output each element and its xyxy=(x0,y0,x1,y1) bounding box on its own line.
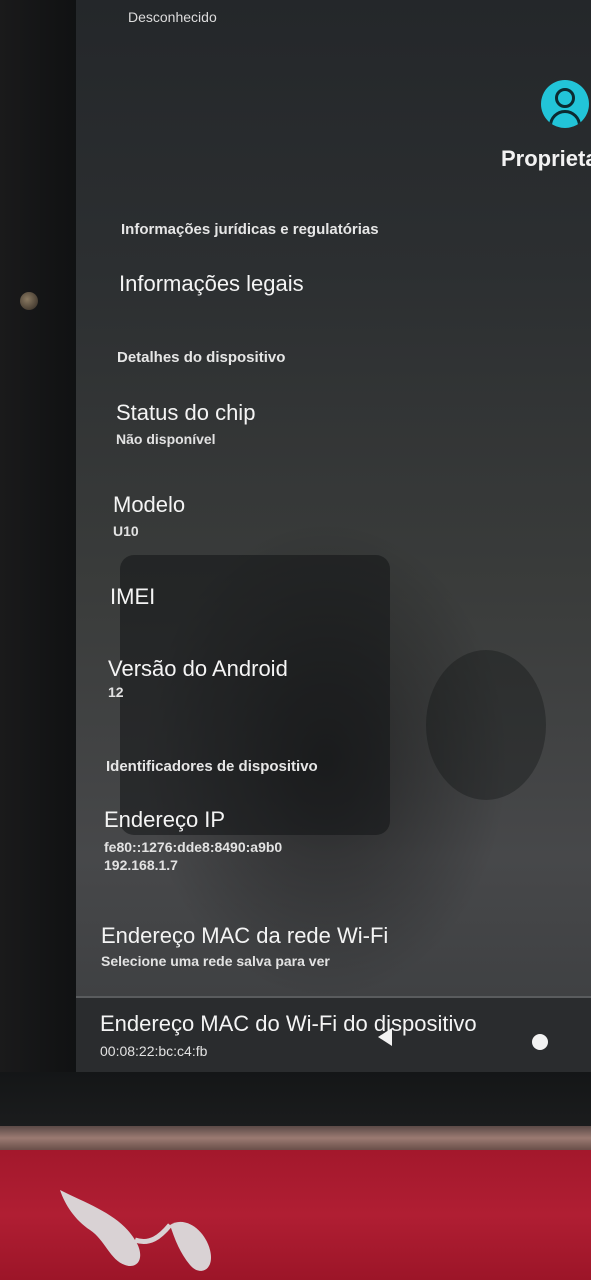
account-circle-icon[interactable] xyxy=(541,80,589,128)
account-label[interactable]: Proprieta xyxy=(501,146,591,172)
settings-screen: Desconhecido Proprieta Informações juríd… xyxy=(76,0,591,1072)
home-circle-icon[interactable] xyxy=(532,1034,548,1050)
android-version-title: Versão do Android xyxy=(108,656,288,681)
ip-address-title: Endereço IP xyxy=(104,807,226,832)
device-wifi-mac-value: 00:08:22:bc:c4:fb xyxy=(100,1043,208,1059)
section-header-device-details: Detalhes do dispositivo xyxy=(117,349,286,366)
wifi-mac-item[interactable]: Endereço MAC da rede Wi-Fi Selecione uma… xyxy=(76,916,591,976)
imei-title: IMEI xyxy=(110,584,156,609)
section-header-legal: Informações jurídicas e regulatórias xyxy=(121,221,379,238)
section-header-identifiers: Identificadores de dispositivo xyxy=(106,758,318,775)
legal-info-item[interactable]: Informações legais xyxy=(76,262,591,312)
model-title: Modelo xyxy=(113,492,186,517)
device-wifi-mac-title: Endereço MAC do Wi-Fi do dispositivo xyxy=(100,1011,477,1036)
android-version-value: 12 xyxy=(108,684,124,700)
chip-status-title: Status do chip xyxy=(116,400,256,425)
ip-address-v4: 192.168.1.7 xyxy=(104,857,178,873)
previous-item-value: Desconhecido xyxy=(128,9,217,25)
ip-address-v6: fe80::1276:dde8:8490:a9b0 xyxy=(104,839,283,855)
model-item[interactable]: Modelo U10 xyxy=(76,484,591,544)
imei-item[interactable]: IMEI xyxy=(76,576,591,616)
chip-status-item[interactable]: Status do chip Não disponível xyxy=(76,392,591,452)
android-version-item[interactable]: Versão do Android 12 xyxy=(76,648,591,708)
device-wifi-mac-item[interactable]: Endereço MAC do Wi-Fi do dispositivo 00:… xyxy=(76,1008,591,1064)
ip-address-item[interactable]: Endereço IP fe80::1276:dde8:8490:a9b0 19… xyxy=(76,800,591,880)
front-camera xyxy=(20,292,38,310)
chip-status-value: Não disponível xyxy=(116,431,216,447)
wifi-mac-title: Endereço MAC da rede Wi-Fi xyxy=(101,923,389,948)
back-triangle-icon[interactable] xyxy=(378,1028,392,1046)
legal-info-title: Informações legais xyxy=(119,271,304,296)
wifi-mac-value: Selecione uma rede salva para ver xyxy=(101,953,330,969)
model-value: U10 xyxy=(113,523,139,539)
embroidery-pattern xyxy=(60,1190,211,1271)
device-case-edge xyxy=(0,1126,591,1150)
